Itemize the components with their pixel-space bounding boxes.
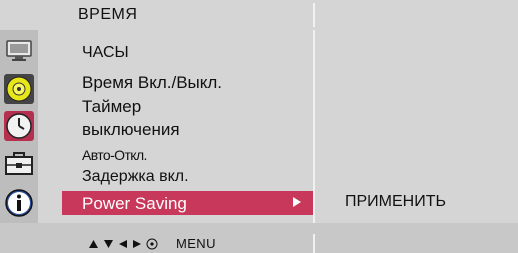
arrow-right-icon bbox=[293, 197, 301, 207]
footer-spacer bbox=[0, 223, 518, 234]
arrow-up-icon bbox=[89, 239, 98, 248]
clock-icon[interactable] bbox=[3, 110, 35, 142]
menu-header: ВРЕМЯ bbox=[0, 0, 518, 30]
menu-item-on-off-time[interactable]: Время Вкл./Выкл. bbox=[82, 73, 222, 93]
power-saving-label: Power Saving bbox=[82, 194, 187, 213]
ok-button-icon bbox=[146, 238, 158, 249]
menu-footer: MENU bbox=[0, 234, 518, 253]
menu-item-power-saving[interactable]: Power Saving bbox=[62, 191, 313, 215]
menu-item-auto-off[interactable]: Авто-Откл. bbox=[82, 147, 147, 163]
menu-item-power-on-delay[interactable]: Задержка вкл. bbox=[82, 168, 189, 186]
toolbox-icon[interactable] bbox=[3, 148, 35, 180]
footer-divider bbox=[313, 234, 315, 253]
menu-item-clock[interactable]: ЧАСЫ bbox=[82, 44, 129, 62]
sound-icon[interactable] bbox=[3, 73, 35, 105]
picture-icon[interactable] bbox=[3, 36, 35, 68]
arrow-down-icon bbox=[104, 239, 113, 248]
menu-key-label: MENU bbox=[176, 236, 216, 251]
arrow-left-icon bbox=[119, 239, 127, 248]
menu-item-sleep-timer[interactable]: Таймер bbox=[82, 97, 141, 117]
menu-title: ВРЕМЯ bbox=[78, 6, 138, 23]
header-divider bbox=[313, 3, 315, 27]
arrow-right-icon bbox=[133, 239, 141, 248]
info-icon[interactable] bbox=[3, 187, 35, 219]
category-icon-column bbox=[0, 30, 38, 223]
apply-option[interactable]: ПРИМЕНИТЬ bbox=[345, 193, 446, 211]
osd-menu: ВРЕМЯ ЧАСЫ Время Вкл./Выкл. Таймер выклю… bbox=[0, 0, 518, 253]
menu-item-sleep-timer-cont: выключения bbox=[82, 120, 180, 139]
footer-navigation-hint: MENU bbox=[88, 236, 216, 251]
